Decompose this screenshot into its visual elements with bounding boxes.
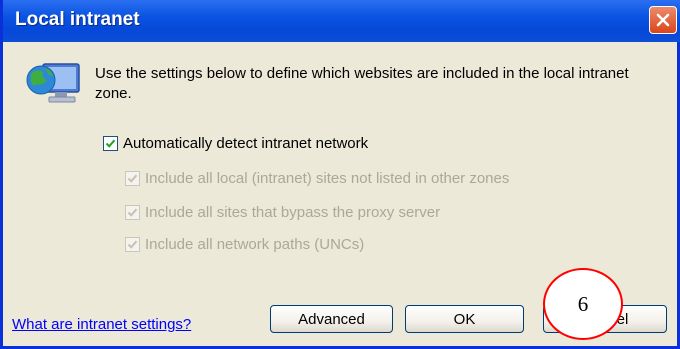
include-bypass-proxy-checkbox-row: Include all sites that bypass the proxy … [125,204,440,221]
intranet-globe-monitor-icon [26,63,80,103]
checkmark-icon [105,139,116,148]
auto-detect-checkbox-row[interactable]: Automatically detect intranet network [103,135,368,152]
include-local-sites-label: Include all local (intranet) sites not l… [145,170,510,187]
include-network-paths-checkbox [125,237,140,252]
include-network-paths-label: Include all network paths (UNCs) [145,236,365,253]
title-bar[interactable]: Local intranet [3,0,680,42]
window-title: Local intranet [15,9,140,30]
include-bypass-proxy-label: Include all sites that bypass the proxy … [145,204,441,221]
include-network-paths-checkbox-row: Include all network paths (UNCs) [125,236,364,253]
include-bypass-proxy-checkbox [125,205,140,220]
auto-detect-checkbox[interactable] [103,136,118,151]
step-annotation-circle: 6 [543,268,623,340]
step-number: 6 [577,291,589,316]
ok-button-label: OK [453,310,476,328]
checkmark-icon [127,240,138,249]
local-intranet-dialog: Local intranet Use the settings below to… [0,0,680,349]
checkmark-icon [127,174,138,183]
close-icon [656,13,670,27]
ok-button[interactable]: OK [405,305,524,333]
auto-detect-label: Automatically detect intranet network [123,135,369,152]
include-local-sites-checkbox [125,171,140,186]
advanced-button[interactable]: Advanced [270,305,393,333]
advanced-button-label: Advanced [298,310,365,328]
close-button[interactable] [649,6,677,34]
checkmark-icon [127,208,138,217]
intranet-settings-help-link[interactable]: What are intranet settings? [12,316,191,333]
include-local-sites-checkbox-row: Include all local (intranet) sites not l… [125,170,509,187]
description-text: Use the settings below to define which w… [95,65,629,102]
